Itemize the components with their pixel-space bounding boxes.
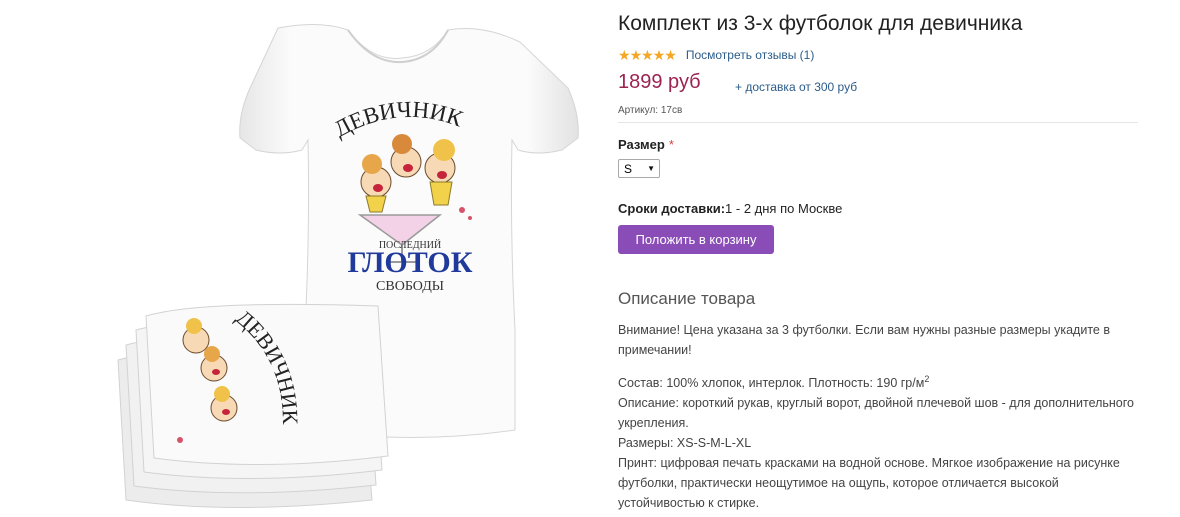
print-small-bottom: СВОБОДЫ bbox=[376, 279, 444, 294]
description-body: Внимание! Цена указана за 3 футболки. Ес… bbox=[618, 320, 1140, 513]
star-icon: ★ bbox=[652, 47, 666, 63]
description-composition: Состав: 100% хлопок, интерлок. Плотность… bbox=[618, 369, 1140, 393]
description-details: Описание: короткий рукав, круглый ворот,… bbox=[618, 396, 1134, 431]
divider bbox=[618, 122, 1138, 123]
size-label-text: Размер bbox=[618, 137, 665, 152]
rating-stars: ★ ★ ★ ★ ★ bbox=[618, 47, 677, 63]
size-select[interactable]: S ▼ bbox=[618, 159, 660, 178]
product-title: Комплект из 3-х футболок для девичника bbox=[618, 12, 1023, 35]
tshirt-illustration: ДЕВИЧНИК ПОСЛЕДНИЙ ГЛОТОК СВОБОДЫ ДЕВИЧН… bbox=[117, 23, 579, 508]
delivery-time-label: Сроки доставки: bbox=[618, 201, 726, 216]
star-icon: ★ bbox=[641, 47, 654, 63]
product-image[interactable]: ДЕВИЧНИК ПОСЛЕДНИЙ ГЛОТОК СВОБОДЫ ДЕВИЧН… bbox=[110, 0, 590, 517]
description-notice: Внимание! Цена указана за 3 футболки. Ес… bbox=[618, 323, 1110, 357]
description-heading: Описание товара bbox=[618, 289, 756, 308]
rating-row: ★ ★ ★ ★ ★ Посмотреть отзывы (1) bbox=[618, 46, 814, 64]
required-mark: * bbox=[668, 137, 674, 152]
view-reviews-link[interactable]: Посмотреть отзывы (1) bbox=[686, 48, 815, 62]
star-icon: ★ bbox=[664, 47, 677, 63]
size-label: Размер * bbox=[618, 137, 674, 152]
print-big-text: ГЛОТОК bbox=[348, 246, 473, 279]
star-icon: ★ bbox=[618, 47, 631, 63]
size-select-value: S bbox=[624, 161, 633, 176]
product-price: 1899 руб bbox=[618, 71, 701, 93]
chevron-down-icon: ▼ bbox=[647, 164, 655, 173]
description-print: Принт: цифровая печать красками на водно… bbox=[618, 456, 1120, 511]
delivery-price: + доставка от 300 руб bbox=[735, 80, 858, 94]
delivery-time: Сроки доставки:1 - 2 дня по Москве bbox=[618, 201, 842, 216]
delivery-time-value: 1 - 2 дня по Москве bbox=[725, 201, 843, 216]
composition-sup: 2 bbox=[924, 374, 930, 384]
add-to-cart-button[interactable]: Положить в корзину bbox=[618, 225, 774, 254]
composition-text: Состав: 100% хлопок, интерлок. Плотность… bbox=[618, 376, 925, 391]
description-sizes: Размеры: XS-S-M-L-XL bbox=[618, 436, 752, 451]
product-sku: Артикул: 17св bbox=[618, 105, 683, 116]
star-icon: ★ bbox=[629, 47, 643, 63]
